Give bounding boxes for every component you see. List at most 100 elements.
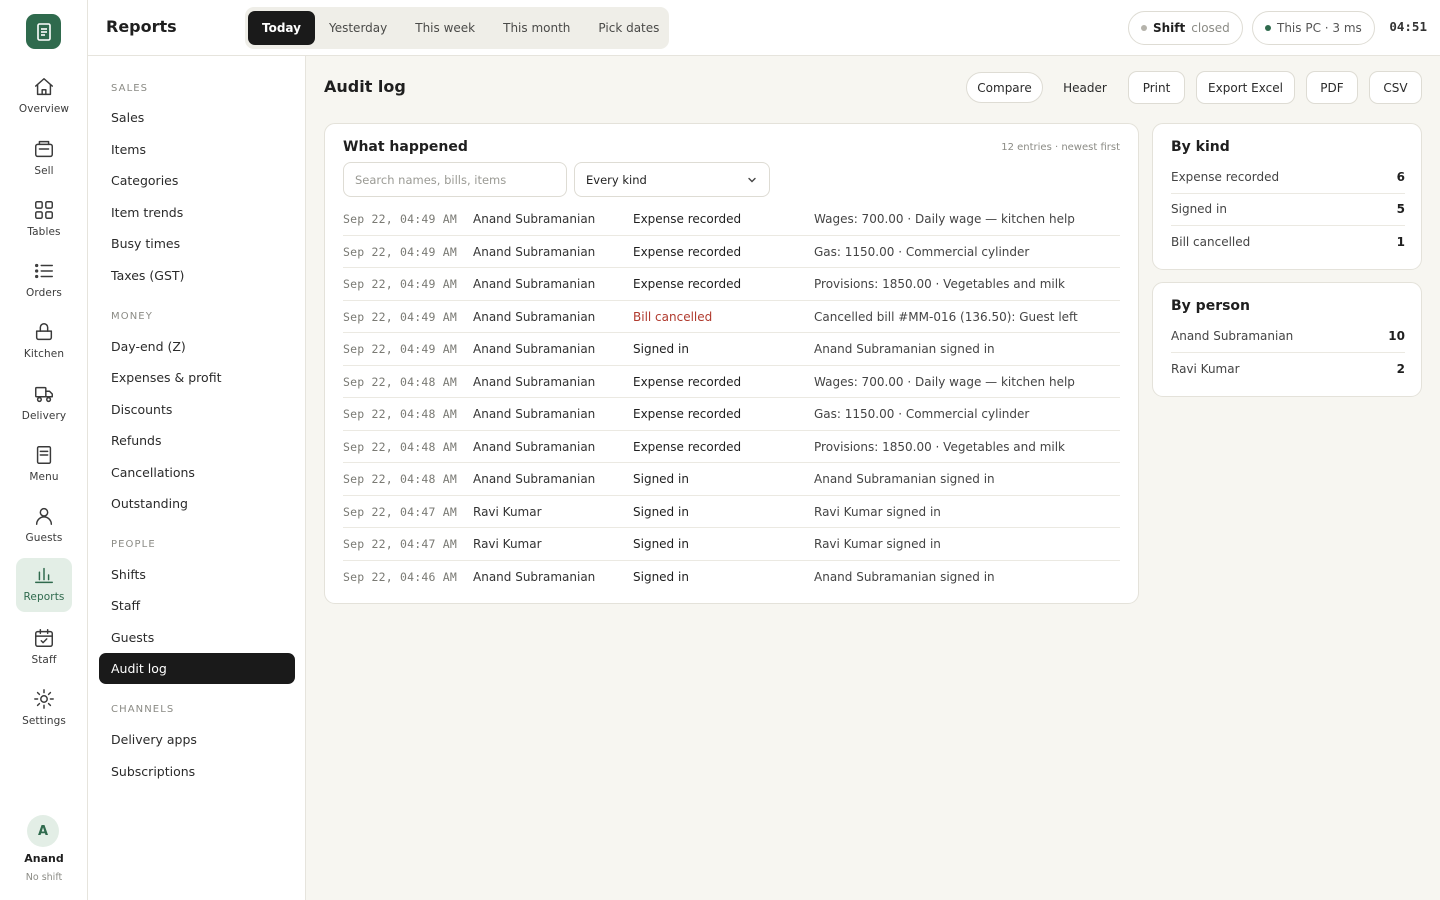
rail-item-delivery[interactable]: Delivery — [16, 377, 72, 431]
table-row[interactable]: Sep 22, 04:49 AM Anand Subramanian Expense… — [343, 268, 1120, 301]
rail-item-reports[interactable]: Reports — [16, 558, 72, 612]
rail-label: Orders — [26, 287, 62, 299]
rail-item-menu[interactable]: Menu — [16, 438, 72, 492]
rail-label: Settings — [22, 715, 66, 727]
print-button[interactable]: Print — [1128, 71, 1185, 104]
rail-item-kitchen[interactable]: Kitchen — [16, 315, 72, 369]
range-yesterday[interactable]: Yesterday — [315, 11, 401, 45]
rail-item-guests[interactable]: Guests — [16, 499, 72, 553]
rail-label: Overview — [18, 103, 70, 115]
row-timestamp: Sep 22, 04:47 AM — [343, 504, 457, 519]
row-detail: Ravi Kumar signed in — [814, 504, 941, 519]
nav-item-expenses-profit[interactable]: Expenses & profit — [99, 362, 295, 393]
stat-label: Ravi Kumar — [1171, 362, 1240, 376]
card-title: What happened — [343, 139, 468, 155]
stat-row[interactable]: Signed in 5 — [1171, 194, 1405, 226]
row-person: Anand Subramanian — [473, 342, 596, 356]
person-icon — [35, 507, 53, 525]
nav-item-categories[interactable]: Categories — [99, 165, 295, 196]
row-detail: Ravi Kumar signed in — [814, 537, 941, 551]
calendar-check-icon — [35, 629, 53, 647]
rail-label: Kitchen — [23, 348, 65, 360]
row-detail: Wages: 700.00 · Daily wage — kitchen hel… — [814, 374, 1075, 389]
table-row[interactable]: Sep 22, 04:49 AM Anand Subramanian Bill ca… — [343, 301, 1120, 333]
row-detail: Provisions: 1850.00 · Vegetables and mil… — [814, 277, 1065, 291]
nav-section-people: PEOPLE — [111, 539, 156, 550]
row-timestamp: Sep 22, 04:49 AM — [343, 309, 457, 324]
row-timestamp: Sep 22, 04:48 AM — [343, 407, 457, 421]
stat-count: 1 — [1396, 235, 1405, 249]
row-timestamp: Sep 22, 04:49 AM — [343, 277, 457, 291]
row-person: Anand Subramanian — [473, 374, 596, 389]
table-row[interactable]: Sep 22, 04:48 AM Anand Subramanian Signed … — [343, 463, 1120, 496]
table-row[interactable]: Sep 22, 04:48 AM Anand Subramanian Expense… — [343, 366, 1120, 398]
range-pick-dates[interactable]: Pick dates — [584, 11, 673, 45]
nav-item-guests[interactable]: Guests — [99, 622, 295, 653]
nav-item-discounts[interactable]: Discounts — [99, 394, 295, 425]
nav-item-subscriptions[interactable]: Subscriptions — [99, 756, 295, 787]
table-row[interactable]: Sep 22, 04:47 AM Ravi Kumar Signed in Ravi … — [343, 496, 1120, 528]
nav-item-audit-log[interactable]: Audit log — [99, 653, 295, 684]
row-timestamp: Sep 22, 04:48 AM — [343, 472, 457, 486]
compare-button[interactable]: Compare — [966, 72, 1043, 103]
table-row[interactable]: Sep 22, 04:46 AM Anand Subramanian Signed … — [343, 561, 1120, 594]
nav-item-delivery-apps[interactable]: Delivery apps — [99, 724, 295, 755]
table-row[interactable]: Sep 22, 04:49 AM Anand Subramanian Expense… — [343, 203, 1120, 236]
nav-item-taxes[interactable]: Taxes (GST) — [99, 260, 295, 291]
nav-item-outstanding[interactable]: Outstanding — [99, 488, 295, 519]
nav-item-staff[interactable]: Staff — [99, 590, 295, 621]
shift-status-pill[interactable]: Shift closed — [1128, 11, 1243, 45]
row-detail: Gas: 1150.00 · Commercial cylinder — [814, 244, 1030, 259]
shift-label: Shift — [1153, 21, 1186, 35]
stat-row[interactable]: Anand Subramanian 10 — [1171, 321, 1405, 353]
row-kind: Expense recorded — [633, 277, 742, 291]
rail-item-tables[interactable]: Tables — [16, 193, 72, 247]
nav-section-channels: CHANNELS — [111, 704, 175, 715]
user-shift-status: No shift — [25, 872, 63, 883]
rail-item-orders[interactable]: Orders — [16, 254, 72, 308]
row-kind: Signed in — [633, 342, 689, 356]
rail-label: Reports — [23, 591, 65, 603]
range-today[interactable]: Today — [248, 11, 315, 45]
nav-item-shifts[interactable]: Shifts — [99, 559, 295, 590]
search-input[interactable] — [343, 162, 567, 197]
header-button[interactable]: Header — [1053, 71, 1117, 104]
kind-filter-select[interactable]: Every kind — [574, 162, 770, 197]
nav-item-items[interactable]: Items — [99, 134, 295, 165]
menu-icon — [36, 446, 52, 464]
nav-item-item-trends[interactable]: Item trends — [99, 197, 295, 228]
table-row[interactable]: Sep 22, 04:49 AM Anand Subramanian Signed … — [343, 333, 1120, 366]
table-row[interactable]: Sep 22, 04:48 AM Anand Subramanian Expense… — [343, 398, 1120, 431]
nav-item-cancellations[interactable]: Cancellations — [99, 457, 295, 488]
list-icon — [35, 263, 53, 279]
table-row[interactable]: Sep 22, 04:47 AM Ravi Kumar Signed in Ravi … — [343, 528, 1120, 561]
bar-chart-icon — [35, 567, 53, 584]
sun-gear-icon — [34, 689, 54, 709]
user-name: Anand — [24, 852, 64, 865]
stat-row[interactable]: Ravi Kumar 2 — [1171, 354, 1405, 386]
range-this-month[interactable]: This month — [489, 11, 584, 45]
stat-row[interactable]: Expense recorded 6 — [1171, 162, 1405, 194]
rail-label: Guests — [25, 532, 63, 544]
chevron-down-icon — [748, 177, 756, 182]
rail-item-overview[interactable]: Overview — [16, 70, 72, 124]
connection-pill[interactable]: This PC · 3 ms — [1252, 11, 1375, 45]
csv-button[interactable]: CSV — [1369, 71, 1422, 104]
table-row[interactable]: Sep 22, 04:48 AM Anand Subramanian Expense… — [343, 431, 1120, 463]
truck-icon — [35, 386, 53, 403]
nav-item-refunds[interactable]: Refunds — [99, 425, 295, 456]
rail-item-settings[interactable]: Settings — [16, 682, 72, 736]
rail-item-sell[interactable]: Sell — [16, 132, 72, 186]
receipt-logo-icon[interactable] — [26, 14, 61, 49]
range-this-week[interactable]: This week — [401, 11, 489, 45]
export-excel-button[interactable]: Export Excel — [1196, 71, 1295, 104]
pdf-button[interactable]: PDF — [1306, 71, 1358, 104]
nav-item-busy-times[interactable]: Busy times — [99, 228, 295, 259]
stat-row[interactable]: Bill cancelled 1 — [1171, 227, 1405, 259]
rail-item-staff[interactable]: Staff — [16, 621, 72, 675]
nav-item-day-end[interactable]: Day-end (Z) — [99, 331, 295, 362]
table-row[interactable]: Sep 22, 04:49 AM Anand Subramanian Expense… — [343, 236, 1120, 268]
avatar[interactable]: A — [27, 815, 59, 847]
nav-item-sales[interactable]: Sales — [99, 102, 295, 133]
status-dot-icon — [1265, 25, 1271, 31]
